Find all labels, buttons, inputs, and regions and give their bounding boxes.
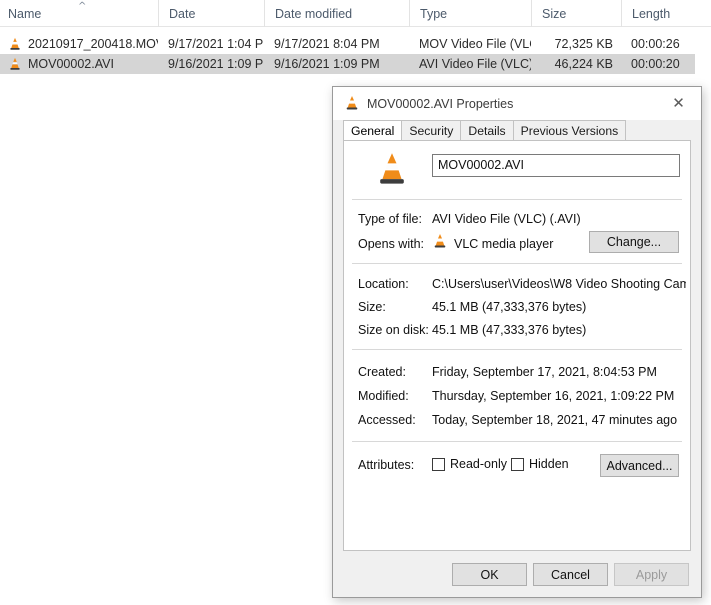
size-on-disk-row: Size on disk: 45.1 MB (47,333,376 bytes): [344, 318, 690, 341]
modified-label: Modified:: [358, 389, 409, 403]
file-date-modified: 9/17/2021 8:04 PM: [274, 37, 380, 51]
column-header-type[interactable]: Type: [409, 0, 531, 27]
vlc-cone-icon: [344, 95, 360, 111]
close-icon[interactable]: ✕: [656, 87, 701, 118]
type-of-file-value: AVI Video File (VLC) (.AVI): [432, 211, 581, 226]
change-button[interactable]: Change...: [589, 231, 679, 253]
cancel-button[interactable]: Cancel: [533, 563, 608, 586]
column-header-length[interactable]: Length: [621, 0, 695, 27]
location-label: Location:: [358, 276, 409, 291]
tab-panel-general: MOV00002.AVI Type of file: AVI Video Fil…: [343, 140, 691, 551]
file-name-input[interactable]: MOV00002.AVI: [432, 154, 680, 177]
column-header-size[interactable]: Size: [531, 0, 621, 27]
screen: Name ^ Date Date modified Type Size Leng…: [0, 0, 711, 605]
created-label: Created:: [358, 365, 406, 379]
vlc-cone-icon: [374, 151, 410, 187]
tab-previous-versions[interactable]: Previous Versions: [512, 120, 627, 140]
modified-row: Modified: Thursday, September 16, 2021, …: [344, 384, 690, 408]
timestamps-group: Created: Friday, September 17, 2021, 8:0…: [344, 350, 690, 432]
file-date: 9/16/2021 1:09 PM: [168, 57, 264, 71]
hidden-label: Hidden: [529, 457, 569, 471]
readonly-checkbox[interactable]: Read-only: [432, 457, 507, 471]
accessed-value: Today, September 18, 2021, 47 minutes ag…: [432, 413, 678, 427]
table-row[interactable]: 20210917_200418.MOV 9/17/2021 1:04 PM 9/…: [0, 34, 695, 54]
size-value: 45.1 MB (47,333,376 bytes): [432, 299, 587, 314]
size-on-disk-value: 45.1 MB (47,333,376 bytes): [432, 322, 587, 337]
file-type: AVI Video File (VLC): [419, 57, 531, 71]
divider: [352, 441, 682, 442]
file-name-input-value: MOV00002.AVI: [438, 158, 524, 172]
modified-value: Thursday, September 16, 2021, 1:09:22 PM: [432, 389, 675, 403]
file-list: Name ^ Date Date modified Type Size Leng…: [0, 0, 711, 74]
file-length: 00:00:26: [631, 37, 680, 51]
attributes-label: Attributes:: [358, 458, 415, 472]
dialog-title: MOV00002.AVI Properties: [367, 96, 514, 111]
size-row: Size: 45.1 MB (47,333,376 bytes): [344, 295, 690, 318]
advanced-button[interactable]: Advanced...: [600, 454, 679, 477]
table-row[interactable]: MOV00002.AVI 9/16/2021 1:09 PM 9/16/2021…: [0, 54, 695, 74]
size-on-disk-label: Size on disk:: [358, 322, 429, 337]
tab-security[interactable]: Security: [401, 120, 462, 140]
change-button-label: Change...: [606, 235, 662, 249]
ok-button-label: OK: [480, 567, 499, 582]
column-header-size-label: Size: [542, 6, 567, 21]
cancel-button-label: Cancel: [551, 567, 590, 582]
tab-previous-versions-label: Previous Versions: [520, 123, 619, 138]
opens-with-label: Opens with:: [358, 237, 425, 251]
dialog-title-bar[interactable]: MOV00002.AVI Properties ✕: [333, 87, 701, 120]
file-name: 20210917_200418.MOV: [28, 37, 158, 51]
file-length: 00:00:20: [631, 57, 680, 71]
opens-with-app-name: VLC media player: [454, 237, 554, 251]
file-list-header-row: Name ^ Date Date modified Type Size Leng…: [0, 0, 711, 27]
column-header-date-modified-label: Date modified: [275, 6, 353, 21]
column-header-date[interactable]: Date: [158, 0, 264, 27]
properties-dialog: MOV00002.AVI Properties ✕ General Securi…: [332, 86, 702, 598]
ok-button[interactable]: OK: [452, 563, 527, 586]
apply-button-label: Apply: [635, 567, 668, 582]
file-size: 46,224 KB: [554, 57, 613, 71]
file-size: 72,325 KB: [554, 37, 613, 51]
file-type: MOV Video File (VLC): [419, 37, 531, 51]
file-type-group: Type of file: AVI Video File (VLC) (.AVI…: [344, 200, 690, 258]
location-row: Location: C:\Users\user\Videos\W8 Video …: [344, 272, 690, 295]
column-header-type-label: Type: [420, 6, 448, 21]
created-value: Friday, September 17, 2021, 8:04:53 PM: [432, 365, 657, 379]
tab-strip: General Security Details Previous Versio…: [333, 120, 701, 140]
type-of-file-label: Type of file:: [358, 211, 422, 226]
column-header-name-label: Name: [8, 6, 42, 21]
checkbox-box-icon: [432, 457, 445, 471]
tab-security-label: Security: [409, 123, 454, 138]
location-size-group: Location: C:\Users\user\Videos\W8 Video …: [344, 264, 690, 341]
location-value: C:\Users\user\Videos\W8 Video Shooting C…: [432, 276, 686, 291]
vlc-cone-icon: [432, 233, 448, 249]
accessed-label: Accessed:: [358, 413, 416, 427]
file-identity-row: MOV00002.AVI: [344, 141, 690, 199]
dialog-footer: OK Cancel Apply: [333, 551, 701, 597]
tab-general[interactable]: General: [343, 120, 403, 140]
tab-general-label: General: [351, 123, 395, 138]
tab-details[interactable]: Details: [460, 120, 514, 140]
sort-ascending-icon: ^: [78, 1, 87, 12]
file-name: MOV00002.AVI: [28, 57, 114, 71]
checkbox-box-icon: [511, 457, 524, 471]
tab-details-label: Details: [468, 123, 506, 138]
hidden-checkbox[interactable]: Hidden: [511, 457, 569, 471]
accessed-row: Accessed: Today, September 18, 2021, 47 …: [344, 408, 690, 432]
type-of-file-row: Type of file: AVI Video File (VLC) (.AVI…: [344, 207, 690, 230]
attributes-row: Attributes: Read-only Hidden Advanced...: [344, 454, 690, 478]
column-header-length-label: Length: [632, 6, 671, 21]
opens-with-row: Opens with: VLC media player Change...: [344, 230, 690, 258]
file-date-modified: 9/16/2021 1:09 PM: [274, 57, 380, 71]
readonly-label: Read-only: [450, 457, 507, 471]
column-header-date-label: Date: [169, 6, 196, 21]
advanced-button-label: Advanced...: [606, 458, 673, 473]
created-row: Created: Friday, September 17, 2021, 8:0…: [344, 360, 690, 384]
file-date: 9/17/2021 1:04 PM: [168, 37, 264, 51]
size-label: Size:: [358, 299, 386, 314]
apply-button: Apply: [614, 563, 689, 586]
column-header-date-modified[interactable]: Date modified: [264, 0, 409, 27]
